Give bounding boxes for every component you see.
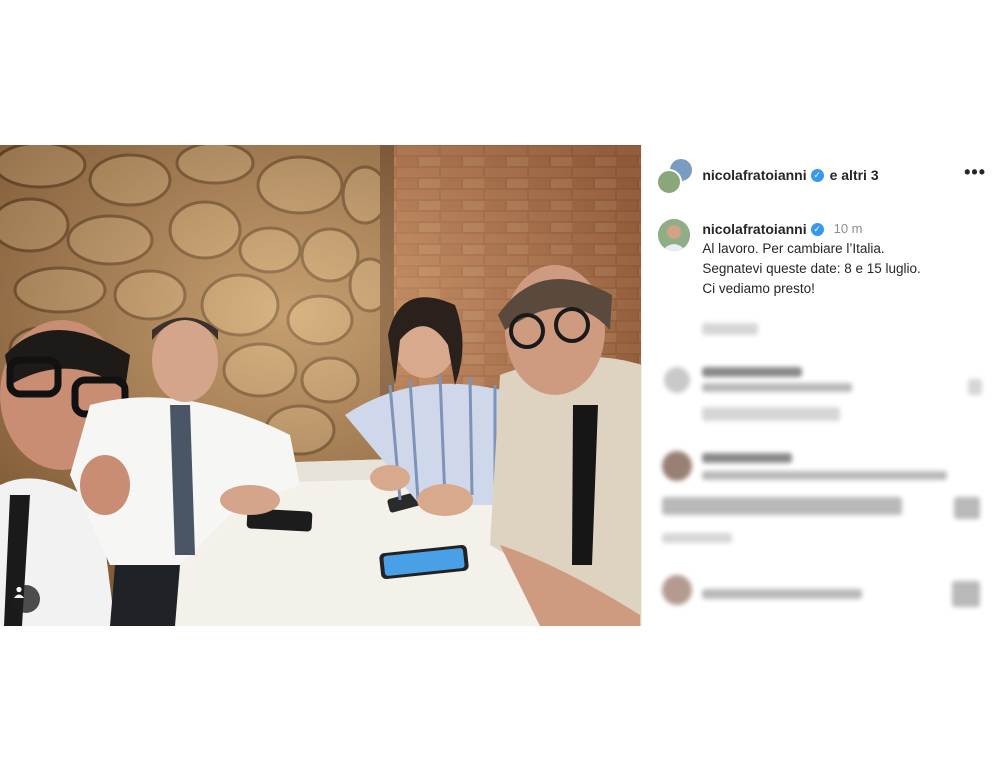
user-tag-button[interactable] bbox=[12, 585, 40, 613]
post-side-panel: nicolafratoianni ✓ e altri 3 ••• nicolaf… bbox=[641, 145, 1000, 626]
user-tag-icon bbox=[14, 586, 24, 598]
blurred-comments bbox=[642, 145, 1000, 626]
instagram-post: nicolafratoianni ✓ e altri 3 ••• nicolaf… bbox=[0, 145, 1000, 626]
post-photo[interactable] bbox=[0, 145, 642, 626]
selfie-image bbox=[0, 145, 642, 626]
